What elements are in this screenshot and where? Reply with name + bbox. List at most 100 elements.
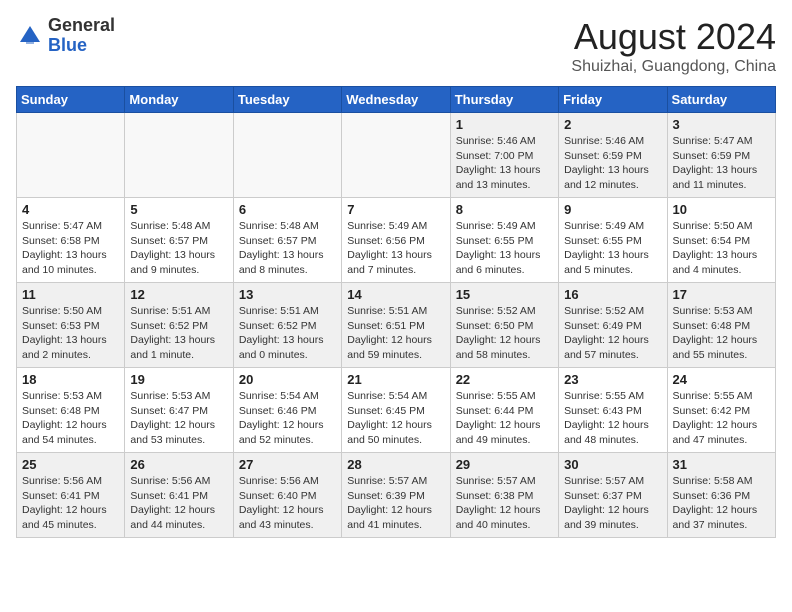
day-info: Sunrise: 5:53 AM Sunset: 6:48 PM Dayligh… bbox=[673, 304, 770, 363]
day-number: 30 bbox=[564, 457, 661, 472]
calendar-cell: 3 Sunrise: 5:47 AM Sunset: 6:59 PM Daylig… bbox=[667, 113, 775, 198]
day-number: 5 bbox=[130, 202, 227, 217]
day-number: 24 bbox=[673, 372, 770, 387]
day-number: 20 bbox=[239, 372, 336, 387]
calendar-cell: 18Sunrise: 5:53 AM Sunset: 6:48 PM Dayli… bbox=[17, 368, 125, 453]
calendar-cell bbox=[17, 113, 125, 198]
day-info: Sunrise: 5:51 AM Sunset: 6:52 PM Dayligh… bbox=[130, 304, 227, 363]
day-info: Sunrise: 5:57 AM Sunset: 6:38 PM Dayligh… bbox=[456, 474, 553, 533]
day-info: Sunrise: 5:52 AM Sunset: 6:49 PM Dayligh… bbox=[564, 304, 661, 363]
calendar-cell: 8 Sunrise: 5:49 AM Sunset: 6:55 PM Daylig… bbox=[450, 198, 558, 283]
day-number: 28 bbox=[347, 457, 444, 472]
day-info: Sunrise: 5:56 AM Sunset: 6:41 PM Dayligh… bbox=[130, 474, 227, 533]
calendar-day-header: Saturday bbox=[667, 87, 775, 113]
day-number: 18 bbox=[22, 372, 119, 387]
calendar-cell bbox=[342, 113, 450, 198]
day-number: 19 bbox=[130, 372, 227, 387]
day-number: 7 bbox=[347, 202, 444, 217]
day-info: Sunrise: 5:56 AM Sunset: 6:41 PM Dayligh… bbox=[22, 474, 119, 533]
day-number: 23 bbox=[564, 372, 661, 387]
day-number: 12 bbox=[130, 287, 227, 302]
day-info: Sunrise: 5:52 AM Sunset: 6:50 PM Dayligh… bbox=[456, 304, 553, 363]
day-number: 13 bbox=[239, 287, 336, 302]
calendar-cell: 20 Sunrise: 5:54 AM Sunset: 6:46 PM Dayli… bbox=[233, 368, 341, 453]
day-info: Sunrise: 5:57 AM Sunset: 6:39 PM Dayligh… bbox=[347, 474, 444, 533]
day-info: Sunrise: 5:51 AM Sunset: 6:52 PM Dayligh… bbox=[239, 304, 336, 363]
calendar-cell: 27 Sunrise: 5:56 AM Sunset: 6:40 PM Dayli… bbox=[233, 453, 341, 538]
calendar-table: SundayMondayTuesdayWednesdayThursdayFrid… bbox=[16, 86, 776, 538]
day-info: Sunrise: 5:46 AM Sunset: 7:00 PM Dayligh… bbox=[456, 134, 553, 193]
day-number: 29 bbox=[456, 457, 553, 472]
calendar-day-header: Friday bbox=[559, 87, 667, 113]
calendar-cell bbox=[125, 113, 233, 198]
calendar-cell: 10 Sunrise: 5:50 AM Sunset: 6:54 PM Dayli… bbox=[667, 198, 775, 283]
title-block: August 2024 Shuizhai, Guangdong, China bbox=[571, 16, 776, 76]
day-info: Sunrise: 5:49 AM Sunset: 6:55 PM Dayligh… bbox=[456, 219, 553, 278]
page-header: General Blue August 2024 Shuizhai, Guang… bbox=[16, 16, 776, 76]
day-info: Sunrise: 5:47 AM Sunset: 6:58 PM Dayligh… bbox=[22, 219, 119, 278]
calendar-header-row: SundayMondayTuesdayWednesdayThursdayFrid… bbox=[17, 87, 776, 113]
calendar-cell: 13 Sunrise: 5:51 AM Sunset: 6:52 PM Dayli… bbox=[233, 283, 341, 368]
day-number: 15 bbox=[456, 287, 553, 302]
day-number: 31 bbox=[673, 457, 770, 472]
logo-text: General Blue bbox=[48, 16, 115, 56]
day-info: Sunrise: 5:56 AM Sunset: 6:40 PM Dayligh… bbox=[239, 474, 336, 533]
day-number: 4 bbox=[22, 202, 119, 217]
calendar-cell: 14Sunrise: 5:51 AM Sunset: 6:51 PM Dayli… bbox=[342, 283, 450, 368]
calendar-cell: 11Sunrise: 5:50 AM Sunset: 6:53 PM Dayli… bbox=[17, 283, 125, 368]
calendar-cell: 29 Sunrise: 5:57 AM Sunset: 6:38 PM Dayli… bbox=[450, 453, 558, 538]
day-info: Sunrise: 5:49 AM Sunset: 6:55 PM Dayligh… bbox=[564, 219, 661, 278]
calendar-cell: 30 Sunrise: 5:57 AM Sunset: 6:37 PM Dayli… bbox=[559, 453, 667, 538]
calendar-day-header: Wednesday bbox=[342, 87, 450, 113]
calendar-cell: 22 Sunrise: 5:55 AM Sunset: 6:44 PM Dayli… bbox=[450, 368, 558, 453]
day-number: 6 bbox=[239, 202, 336, 217]
calendar-cell: 6 Sunrise: 5:48 AM Sunset: 6:57 PM Daylig… bbox=[233, 198, 341, 283]
calendar-week-row: 18Sunrise: 5:53 AM Sunset: 6:48 PM Dayli… bbox=[17, 368, 776, 453]
day-info: Sunrise: 5:49 AM Sunset: 6:56 PM Dayligh… bbox=[347, 219, 444, 278]
day-info: Sunrise: 5:50 AM Sunset: 6:54 PM Dayligh… bbox=[673, 219, 770, 278]
calendar-cell: 2Sunrise: 5:46 AM Sunset: 6:59 PM Daylig… bbox=[559, 113, 667, 198]
calendar-day-header: Monday bbox=[125, 87, 233, 113]
day-info: Sunrise: 5:55 AM Sunset: 6:44 PM Dayligh… bbox=[456, 389, 553, 448]
calendar-cell: 4 Sunrise: 5:47 AM Sunset: 6:58 PM Daylig… bbox=[17, 198, 125, 283]
day-number: 2 bbox=[564, 117, 661, 132]
calendar-cell: 23 Sunrise: 5:55 AM Sunset: 6:43 PM Dayli… bbox=[559, 368, 667, 453]
day-info: Sunrise: 5:53 AM Sunset: 6:47 PM Dayligh… bbox=[130, 389, 227, 448]
calendar-cell: 17 Sunrise: 5:53 AM Sunset: 6:48 PM Dayli… bbox=[667, 283, 775, 368]
day-info: Sunrise: 5:48 AM Sunset: 6:57 PM Dayligh… bbox=[239, 219, 336, 278]
calendar-week-row: 4 Sunrise: 5:47 AM Sunset: 6:58 PM Daylig… bbox=[17, 198, 776, 283]
calendar-cell: 1 Sunrise: 5:46 AM Sunset: 7:00 PM Daylig… bbox=[450, 113, 558, 198]
day-number: 25 bbox=[22, 457, 119, 472]
day-info: Sunrise: 5:47 AM Sunset: 6:59 PM Dayligh… bbox=[673, 134, 770, 193]
day-number: 3 bbox=[673, 117, 770, 132]
day-number: 26 bbox=[130, 457, 227, 472]
day-info: Sunrise: 5:58 AM Sunset: 6:36 PM Dayligh… bbox=[673, 474, 770, 533]
day-info: Sunrise: 5:48 AM Sunset: 6:57 PM Dayligh… bbox=[130, 219, 227, 278]
calendar-day-header: Tuesday bbox=[233, 87, 341, 113]
day-number: 1 bbox=[456, 117, 553, 132]
day-number: 8 bbox=[456, 202, 553, 217]
calendar-cell: 28 Sunrise: 5:57 AM Sunset: 6:39 PM Dayli… bbox=[342, 453, 450, 538]
day-info: Sunrise: 5:54 AM Sunset: 6:46 PM Dayligh… bbox=[239, 389, 336, 448]
calendar-cell: 24Sunrise: 5:55 AM Sunset: 6:42 PM Dayli… bbox=[667, 368, 775, 453]
calendar-cell: 15 Sunrise: 5:52 AM Sunset: 6:50 PM Dayli… bbox=[450, 283, 558, 368]
calendar-cell: 12 Sunrise: 5:51 AM Sunset: 6:52 PM Dayli… bbox=[125, 283, 233, 368]
calendar-cell: 19 Sunrise: 5:53 AM Sunset: 6:47 PM Dayli… bbox=[125, 368, 233, 453]
calendar-cell: 7 Sunrise: 5:49 AM Sunset: 6:56 PM Daylig… bbox=[342, 198, 450, 283]
day-number: 14 bbox=[347, 287, 444, 302]
day-number: 17 bbox=[673, 287, 770, 302]
day-number: 11 bbox=[22, 287, 119, 302]
day-number: 27 bbox=[239, 457, 336, 472]
day-number: 10 bbox=[673, 202, 770, 217]
calendar-cell: 16Sunrise: 5:52 AM Sunset: 6:49 PM Dayli… bbox=[559, 283, 667, 368]
logo: General Blue bbox=[16, 16, 115, 56]
day-info: Sunrise: 5:57 AM Sunset: 6:37 PM Dayligh… bbox=[564, 474, 661, 533]
day-info: Sunrise: 5:55 AM Sunset: 6:43 PM Dayligh… bbox=[564, 389, 661, 448]
day-number: 22 bbox=[456, 372, 553, 387]
calendar-day-header: Thursday bbox=[450, 87, 558, 113]
calendar-cell: 26 Sunrise: 5:56 AM Sunset: 6:41 PM Dayli… bbox=[125, 453, 233, 538]
day-number: 9 bbox=[564, 202, 661, 217]
calendar-cell: 25 Sunrise: 5:56 AM Sunset: 6:41 PM Dayli… bbox=[17, 453, 125, 538]
calendar-week-row: 25 Sunrise: 5:56 AM Sunset: 6:41 PM Dayli… bbox=[17, 453, 776, 538]
calendar-cell: 31 Sunrise: 5:58 AM Sunset: 6:36 PM Dayli… bbox=[667, 453, 775, 538]
